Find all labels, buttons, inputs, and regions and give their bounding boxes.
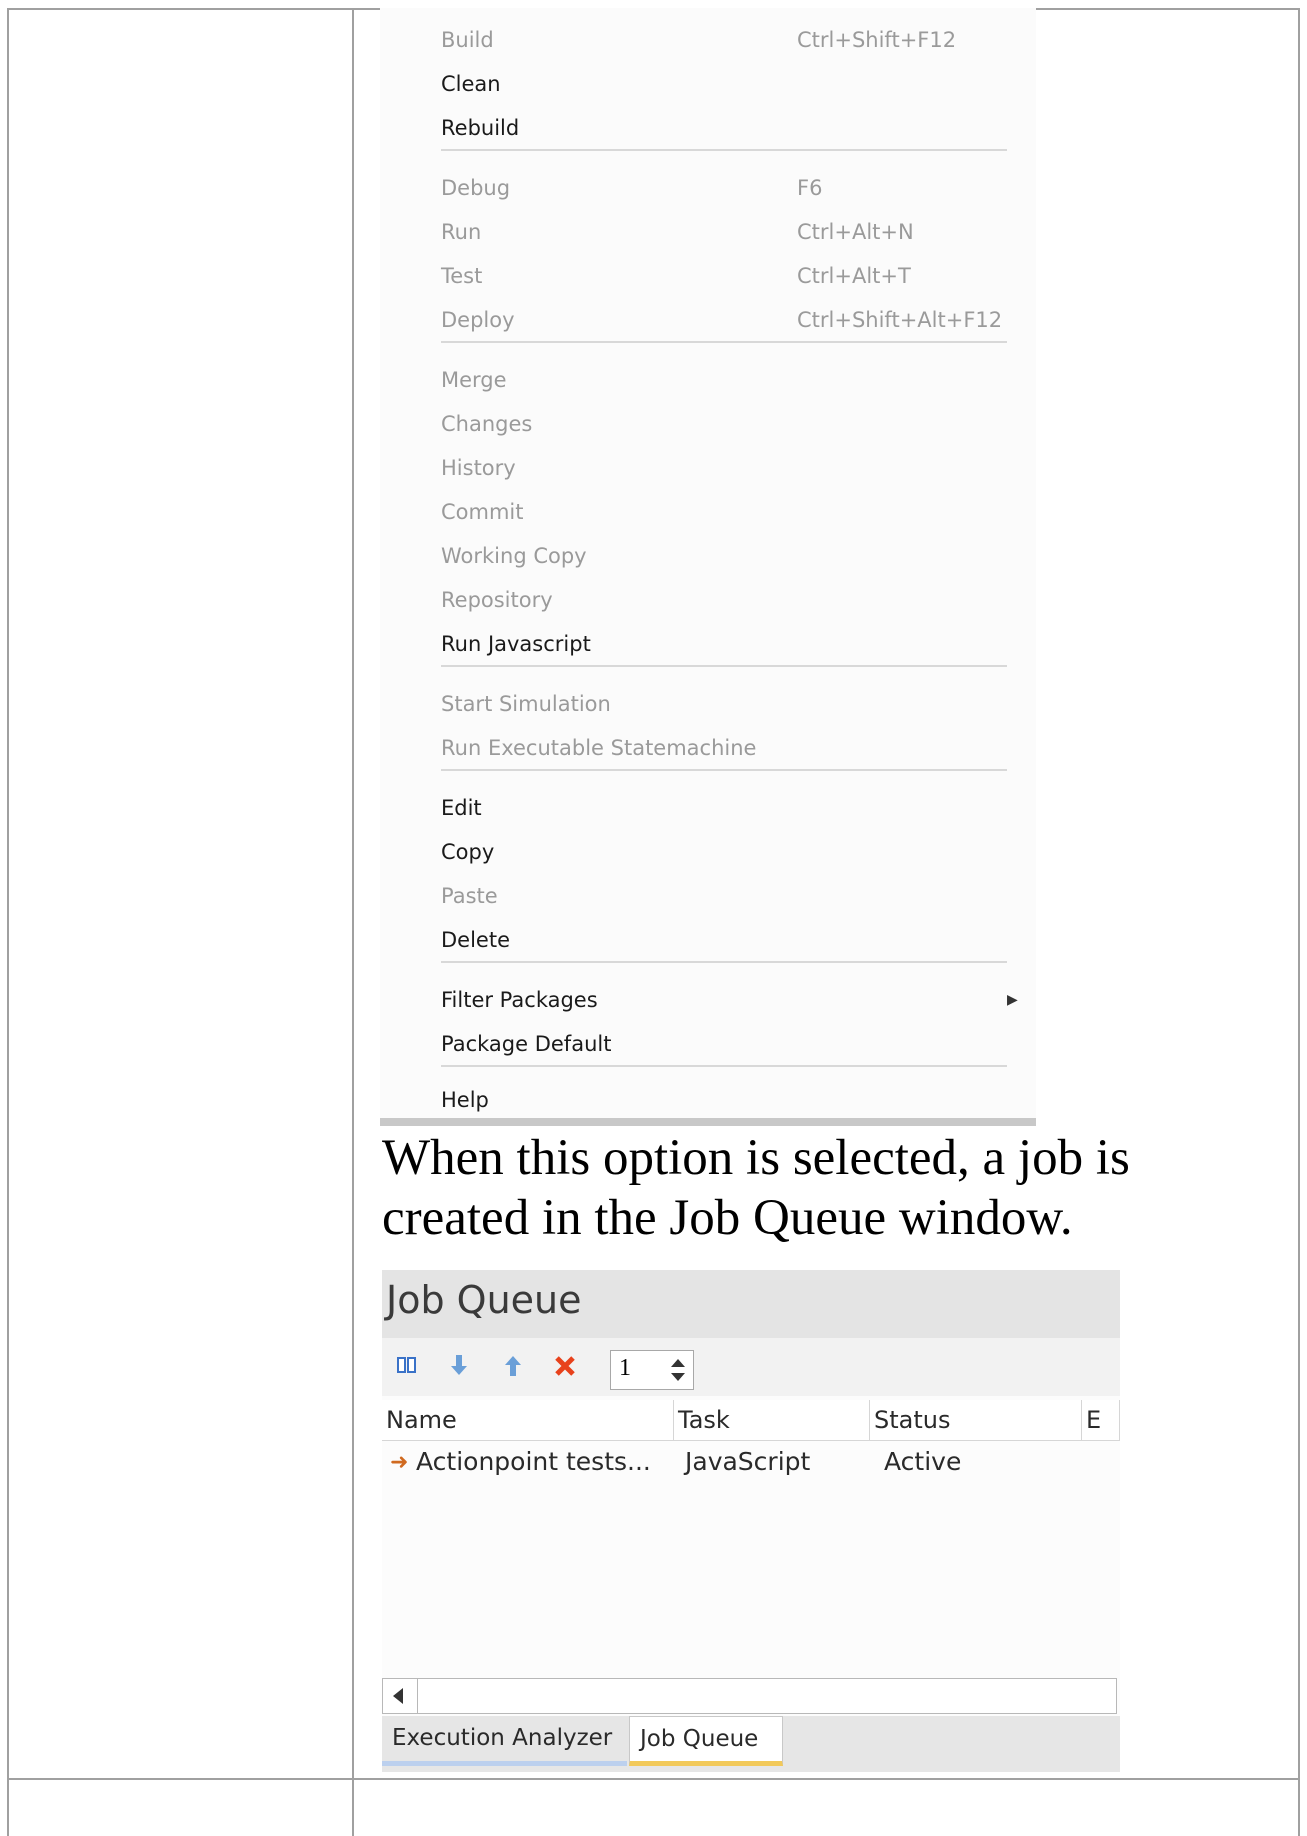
- menu-item-rebuild[interactable]: Rebuild: [441, 110, 1021, 146]
- menu-item-label: Rebuild: [441, 116, 520, 140]
- menu-item-commit[interactable]: Commit: [441, 494, 1021, 530]
- context-menu: Build Ctrl+Shift+F12 Clean Rebuild Debug…: [380, 8, 1036, 1126]
- tab-execution-analyzer[interactable]: Execution Analyzer: [382, 1716, 627, 1766]
- menu-item-label: Copy: [441, 840, 495, 864]
- table-border-left: [7, 8, 9, 1836]
- table-row-divider: [7, 1778, 1300, 1780]
- menu-item-label: Deploy: [441, 308, 515, 332]
- menu-item-changes[interactable]: Changes: [441, 406, 1021, 442]
- table-border-right: [1298, 8, 1300, 1836]
- menu-item-label: Clean: [441, 72, 501, 96]
- menu-item-edit[interactable]: Edit: [441, 790, 1021, 826]
- menu-item-label: Working Copy: [441, 544, 587, 568]
- job-queue-window: Job Queue 1 Name Task Status E ➜ Actionp…: [382, 1270, 1120, 1772]
- menu-item-merge[interactable]: Merge: [441, 362, 1021, 398]
- active-job-arrow-icon: ➜: [390, 1449, 409, 1474]
- menu-item-history[interactable]: History: [441, 450, 1021, 486]
- menu-separator: [441, 665, 1007, 667]
- menu-item-label: Paste: [441, 884, 498, 908]
- menu-item-label: Debug: [441, 176, 511, 200]
- menu-item-repository[interactable]: Repository: [441, 582, 1021, 618]
- window-title-bar: Job Queue: [382, 1270, 1120, 1338]
- menu-separator: [441, 149, 1007, 151]
- menu-item-label: Repository: [441, 588, 553, 612]
- menu-item-help[interactable]: Help: [441, 1082, 1021, 1118]
- menu-item-label: Delete: [441, 928, 510, 952]
- toolbar: [382, 1338, 1120, 1396]
- menu-item-start-simulation[interactable]: Start Simulation: [441, 686, 1021, 722]
- column-header-task[interactable]: Task: [674, 1400, 870, 1440]
- menu-item-debug[interactable]: Debug F6: [441, 170, 1021, 206]
- menu-bottom-edge: [380, 1118, 1036, 1126]
- window-title: Job Queue: [386, 1278, 582, 1322]
- menu-item-run-executable-statemachine[interactable]: Run Executable Statemachine: [441, 730, 1021, 766]
- menu-item-package-default[interactable]: Package Default: [441, 1026, 1021, 1062]
- table-row[interactable]: ➜ Actionpoint tests... JavaScript Active: [382, 1442, 1120, 1482]
- menu-item-test[interactable]: Test Ctrl+Alt+T: [441, 258, 1021, 294]
- spin-down-icon[interactable]: [671, 1373, 685, 1381]
- menu-item-shortcut: Ctrl+Shift+F12: [797, 28, 957, 52]
- menu-item-label: Run Executable Statemachine: [441, 736, 757, 760]
- menu-item-deploy[interactable]: Deploy Ctrl+Shift+Alt+F12: [441, 302, 1021, 338]
- menu-item-label: Help: [441, 1088, 489, 1112]
- menu-item-label: Filter Packages: [441, 988, 598, 1012]
- description-paragraph: When this option is selected, a job is c…: [382, 1130, 1130, 1246]
- menu-separator: [441, 961, 1007, 963]
- menu-separator: [441, 1065, 1007, 1067]
- menu-item-label: Commit: [441, 500, 524, 524]
- move-down-icon[interactable]: [442, 1348, 476, 1382]
- menu-item-working-copy[interactable]: Working Copy: [441, 538, 1021, 574]
- menu-item-shortcut: Ctrl+Shift+Alt+F12: [797, 308, 1003, 332]
- menu-item-label: Edit: [441, 796, 482, 820]
- spin-up-icon[interactable]: [671, 1359, 685, 1367]
- tab-job-queue[interactable]: Job Queue: [629, 1716, 783, 1766]
- menu-item-clean[interactable]: Clean: [441, 66, 1021, 102]
- menu-item-delete[interactable]: Delete: [441, 922, 1021, 958]
- cell-status: Active: [884, 1447, 962, 1476]
- menu-item-paste[interactable]: Paste: [441, 878, 1021, 914]
- menu-item-shortcut: Ctrl+Alt+N: [797, 220, 914, 244]
- column-header-name[interactable]: Name: [382, 1400, 674, 1440]
- scrollbar-divider: [417, 1679, 418, 1713]
- menu-item-copy[interactable]: Copy: [441, 834, 1021, 870]
- scroll-left-icon[interactable]: [393, 1688, 403, 1704]
- menu-item-label: Test: [441, 264, 483, 288]
- menu-item-filter-packages[interactable]: Filter Packages ▶: [441, 982, 1021, 1018]
- table-border-middle: [352, 8, 354, 1836]
- move-up-icon[interactable]: [496, 1348, 530, 1382]
- menu-item-shortcut: Ctrl+Alt+T: [797, 264, 911, 288]
- concurrency-spinner[interactable]: 1: [610, 1350, 694, 1390]
- menu-item-label: Package Default: [441, 1032, 612, 1056]
- menu-item-build[interactable]: Build Ctrl+Shift+F12: [441, 22, 1021, 58]
- menu-item-label: History: [441, 456, 516, 480]
- column-header-e[interactable]: E: [1082, 1400, 1120, 1440]
- submenu-arrow-icon: ▶: [1007, 992, 1018, 1008]
- menu-item-shortcut: F6: [797, 176, 823, 200]
- spinner-value: 1: [619, 1355, 631, 1381]
- menu-item-label: Run: [441, 220, 482, 244]
- menu-item-label: Build: [441, 28, 494, 52]
- menu-item-label: Run Javascript: [441, 632, 591, 656]
- menu-separator: [441, 341, 1007, 343]
- column-header-status[interactable]: Status: [870, 1400, 1082, 1440]
- menu-item-run-javascript[interactable]: Run Javascript: [441, 626, 1021, 662]
- pause-icon[interactable]: [390, 1348, 424, 1382]
- menu-item-label: Merge: [441, 368, 507, 392]
- menu-item-label: Start Simulation: [441, 692, 611, 716]
- cell-task: JavaScript: [685, 1447, 811, 1476]
- cell-name: Actionpoint tests...: [416, 1447, 651, 1476]
- delete-icon[interactable]: [548, 1348, 582, 1382]
- menu-separator: [441, 769, 1007, 771]
- menu-item-label: Changes: [441, 412, 533, 436]
- horizontal-scrollbar[interactable]: [382, 1678, 1117, 1714]
- table-header: Name Task Status E: [382, 1400, 1120, 1441]
- menu-item-run[interactable]: Run Ctrl+Alt+N: [441, 214, 1021, 250]
- tab-bar: Execution Analyzer Job Queue: [382, 1716, 1120, 1772]
